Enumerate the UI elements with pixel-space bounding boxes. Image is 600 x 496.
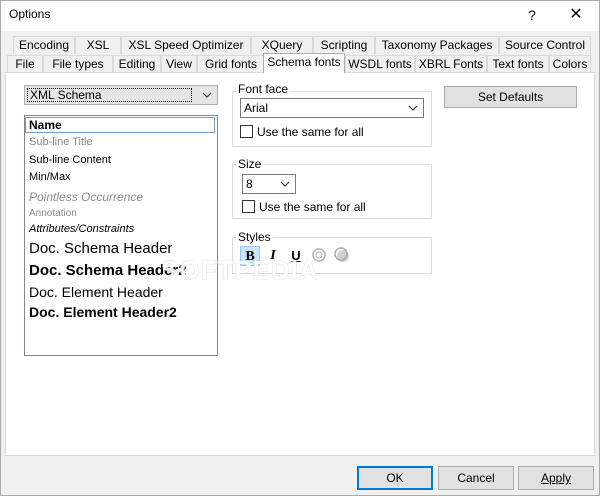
- list-item-attributes-constraints[interactable]: Attributes/Constraints: [29, 223, 134, 235]
- tab-file-types[interactable]: File types: [43, 55, 113, 73]
- size-label: Size: [236, 157, 264, 171]
- schema-type-value: XML Schema: [27, 88, 192, 102]
- tab-xsl-speed-optimizer[interactable]: XSL Speed Optimizer: [121, 36, 251, 54]
- chevron-down-icon: [408, 105, 418, 111]
- schema-type-select[interactable]: XML Schema: [24, 85, 218, 105]
- shadow-glyph-icon: [334, 247, 349, 262]
- checkbox-icon: [242, 200, 255, 213]
- list-item-sub-line-title[interactable]: Sub-line Title: [29, 136, 93, 148]
- options-dialog: Options ? ✕ Encoding XSL XSL Speed Optim…: [0, 0, 600, 496]
- apply-button[interactable]: Apply: [518, 466, 594, 490]
- chevron-down-icon: [202, 92, 212, 98]
- list-item-pointless-occurrence[interactable]: Pointless Occurrence: [29, 190, 143, 204]
- font-face-same-for-all-checkbox[interactable]: Use the same for all: [240, 125, 364, 139]
- help-button[interactable]: ?: [517, 4, 547, 26]
- tab-text-fonts[interactable]: Text fonts: [487, 55, 549, 73]
- tab-xquery[interactable]: XQuery: [251, 36, 313, 54]
- apply-button-label: Apply: [540, 471, 572, 485]
- chevron-down-icon: [280, 181, 290, 187]
- size-same-for-all-label: Use the same for all: [259, 200, 366, 214]
- tab-editing[interactable]: Editing: [113, 55, 161, 73]
- tab-schema-fonts[interactable]: Schema fonts: [263, 53, 345, 73]
- font-face-value: Arial: [244, 101, 269, 115]
- list-item-doc-element-header2[interactable]: Doc. Element Header2: [29, 304, 177, 320]
- font-elements-list[interactable]: Name Sub-line Title Sub-line Content Min…: [24, 115, 218, 356]
- set-defaults-button[interactable]: Set Defaults: [444, 86, 577, 108]
- tab-xsl[interactable]: XSL: [75, 36, 121, 54]
- font-face-select[interactable]: Arial: [240, 98, 424, 118]
- list-item-min-max[interactable]: Min/Max: [29, 171, 71, 183]
- watermark-logo: SOFTPEDIA: [161, 255, 319, 285]
- list-item-annotation[interactable]: Annotation: [29, 208, 77, 219]
- font-size-select[interactable]: 8: [242, 174, 296, 194]
- tab-taxonomy-packages[interactable]: Taxonomy Packages: [375, 36, 499, 54]
- tab-source-control[interactable]: Source Control: [499, 36, 591, 54]
- list-item-doc-schema-header[interactable]: Doc. Schema Header: [29, 240, 172, 257]
- ok-button[interactable]: OK: [357, 466, 433, 490]
- tab-colors[interactable]: Colors: [549, 55, 591, 73]
- size-same-for-all-checkbox[interactable]: Use the same for all: [242, 200, 366, 214]
- tab-scripting[interactable]: Scripting: [313, 36, 375, 54]
- shadow-style-icon: [332, 246, 352, 266]
- list-item-sub-line-content[interactable]: Sub-line Content: [29, 154, 111, 166]
- checkbox-icon: [240, 125, 253, 138]
- cancel-button[interactable]: Cancel: [438, 466, 514, 490]
- title-bar: Options ? ✕: [1, 1, 599, 31]
- font-size-value: 8: [246, 177, 253, 191]
- tab-encoding[interactable]: Encoding: [13, 36, 75, 54]
- window-title: Options: [9, 7, 51, 21]
- list-item-name[interactable]: Name: [25, 117, 215, 133]
- font-face-label: Font face: [236, 82, 291, 96]
- tab-xbrl-fonts[interactable]: XBRL Fonts: [415, 55, 487, 73]
- tab-file[interactable]: File: [7, 55, 43, 73]
- tab-wsdl-fonts[interactable]: WSDL fonts: [345, 55, 415, 73]
- tab-grid-fonts[interactable]: Grid fonts: [197, 55, 265, 73]
- styles-label: Styles: [236, 230, 273, 244]
- list-item-doc-element-header[interactable]: Doc. Element Header: [29, 284, 163, 300]
- close-button[interactable]: ✕: [561, 4, 591, 26]
- tab-view[interactable]: View: [161, 55, 197, 73]
- font-face-same-for-all-label: Use the same for all: [257, 125, 364, 139]
